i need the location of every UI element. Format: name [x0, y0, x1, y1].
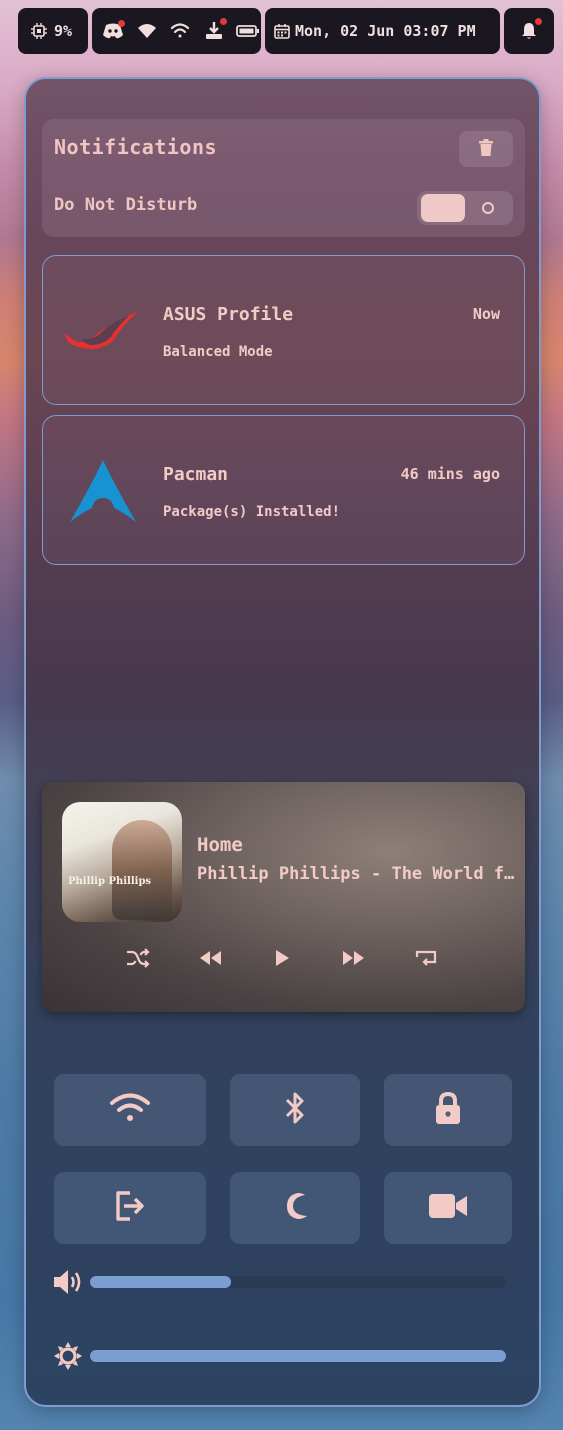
brightness-fill — [90, 1350, 506, 1362]
clock-widget[interactable]: Mon, 02 Jun 03:07 PM — [265, 8, 500, 54]
top-bar: 9% Mon, 02 Jun 03:07 PM — [0, 8, 563, 54]
repeat-icon — [414, 948, 438, 972]
notification-app-name: Pacman — [163, 464, 229, 485]
play-icon — [273, 949, 291, 971]
fast-forward-icon — [342, 950, 366, 970]
bluetooth-toggle[interactable] — [230, 1074, 360, 1146]
dnd-toggle[interactable] — [417, 191, 513, 225]
notification-body: Balanced Mode — [163, 344, 273, 360]
bluetooth-icon — [284, 1091, 306, 1129]
notification-time: Now — [472, 305, 500, 323]
cpu-widget[interactable]: 9% — [18, 8, 88, 54]
logout-button[interactable] — [54, 1172, 206, 1244]
lock-icon — [434, 1091, 462, 1129]
fast-forward-button[interactable] — [338, 944, 370, 976]
moon-icon — [281, 1191, 309, 1225]
media-controls — [122, 944, 452, 976]
download-badge — [220, 18, 228, 25]
dnd-off-indicator — [482, 202, 494, 214]
control-center-panel: Notifications Do Not Disturb ASUS Profil… — [24, 77, 541, 1407]
shuffle-button[interactable] — [122, 944, 154, 976]
wifi-icon — [109, 1092, 151, 1128]
dnd-toggle-knob — [421, 194, 465, 222]
notification-card[interactable]: Pacman 46 mins ago Package(s) Installed! — [42, 415, 525, 565]
cpu-icon — [30, 22, 48, 40]
volume-track[interactable] — [90, 1276, 506, 1288]
media-artist: Phillip Phillips - The World from the Si… — [197, 864, 517, 884]
lock-button[interactable] — [384, 1074, 512, 1146]
album-art-text: Phillip Phillips — [68, 876, 152, 887]
notification-time: 46 mins ago — [400, 465, 500, 483]
notification-card[interactable]: ASUS Profile Now Balanced Mode — [42, 255, 525, 405]
dnd-label: Do Not Disturb — [54, 195, 198, 215]
notification-app-name: ASUS Profile — [163, 304, 294, 325]
wifi-toggle[interactable] — [54, 1074, 206, 1146]
rog-logo-icon — [61, 296, 145, 366]
camera-toggle[interactable] — [384, 1172, 512, 1244]
shuffle-icon — [126, 948, 150, 972]
album-art: Phillip Phillips — [62, 802, 182, 922]
bell-badge — [535, 18, 542, 25]
logout-icon — [114, 1190, 146, 1226]
cpu-usage-text: 9% — [54, 22, 73, 40]
notification-bell-button[interactable] — [504, 8, 554, 54]
media-player: Phillip Phillips Home Phillip Phillips -… — [42, 782, 525, 1012]
brightness-icon — [52, 1341, 84, 1371]
discord-icon[interactable] — [100, 18, 126, 44]
clock-text: Mon, 02 Jun 03:07 PM — [295, 22, 476, 40]
video-camera-icon — [428, 1192, 468, 1224]
media-title: Home — [197, 834, 243, 856]
rewind-button[interactable] — [194, 944, 226, 976]
wifi-filled-icon[interactable] — [134, 18, 160, 44]
arch-linux-icon — [61, 456, 145, 526]
trash-icon — [479, 138, 493, 160]
album-art-figure — [112, 820, 172, 920]
tray-icons — [92, 8, 261, 54]
battery-icon[interactable] — [235, 18, 261, 44]
wifi-icon[interactable] — [168, 18, 194, 44]
volume-icon — [52, 1267, 84, 1297]
notifications-title: Notifications — [54, 135, 218, 159]
download-icon[interactable] — [201, 18, 228, 44]
brightness-track[interactable] — [90, 1350, 506, 1362]
volume-fill — [90, 1276, 232, 1288]
play-button[interactable] — [266, 944, 298, 976]
discord-badge — [117, 20, 125, 27]
calendar-icon — [273, 18, 291, 44]
brightness-slider[interactable] — [52, 1341, 508, 1371]
clear-notifications-button[interactable] — [459, 131, 513, 167]
notifications-header: Notifications Do Not Disturb — [42, 119, 525, 237]
rewind-icon — [198, 950, 222, 970]
repeat-button[interactable] — [410, 944, 442, 976]
notification-body: Package(s) Installed! — [163, 504, 341, 520]
night-mode-toggle[interactable] — [230, 1172, 360, 1244]
volume-slider[interactable] — [52, 1267, 508, 1297]
bell-icon — [516, 18, 542, 44]
